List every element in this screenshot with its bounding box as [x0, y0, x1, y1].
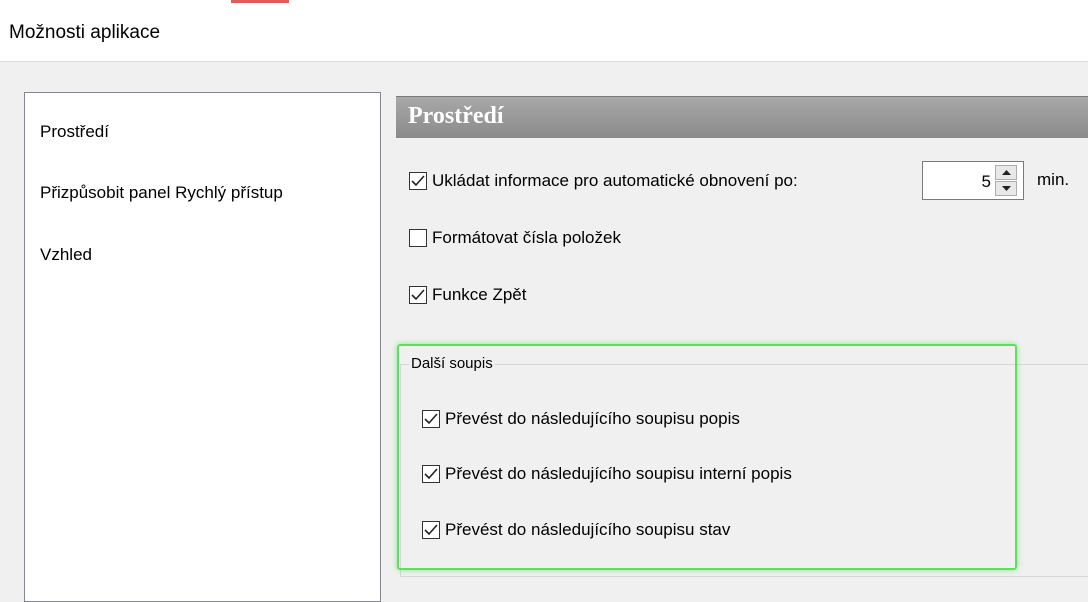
format-numbers-row: Formátovat čísla položek — [409, 228, 621, 248]
spin-up-button[interactable] — [995, 165, 1017, 180]
checkmark-icon — [411, 175, 425, 187]
autosave-row: Ukládat informace pro automatické obnove… — [409, 171, 798, 191]
autosave-label: Ukládat informace pro automatické obnove… — [432, 171, 798, 190]
arrow-up-icon — [1001, 170, 1011, 175]
undo-row: Funkce Zpět — [409, 285, 527, 305]
format-numbers-checkbox[interactable] — [409, 229, 427, 247]
section-title: Prostředí — [408, 103, 504, 129]
spin-down-button[interactable] — [995, 181, 1017, 196]
sidebar-item-prostredi[interactable]: Prostředí — [40, 122, 109, 142]
spinner-buttons — [995, 165, 1017, 196]
accent-line — [231, 0, 289, 3]
checkmark-icon — [411, 289, 425, 301]
format-numbers-label: Formátovat čísla položek — [432, 228, 621, 247]
undo-checkbox[interactable] — [409, 286, 427, 304]
sidebar-item-vzhled[interactable]: Vzhled — [40, 245, 92, 265]
arrow-down-icon — [1001, 186, 1011, 191]
autosave-minutes-value[interactable]: 5 — [931, 172, 991, 192]
autosave-minutes-input[interactable]: 5 — [922, 161, 1024, 200]
options-sidebar: Prostředí Přizpůsobit panel Rychlý příst… — [24, 92, 381, 602]
autosave-checkbox[interactable] — [409, 172, 427, 190]
sidebar-item-quick-access[interactable]: Přizpůsobit panel Rychlý přístup — [40, 183, 283, 203]
highlight-frame — [397, 344, 1017, 570]
undo-label: Funkce Zpět — [432, 285, 527, 304]
section-header: Prostředí — [396, 96, 1088, 138]
autosave-unit: min. — [1037, 170, 1070, 189]
window-title: Možnosti aplikace — [9, 22, 161, 43]
window-titlebar: Možnosti aplikace — [0, 0, 1088, 62]
